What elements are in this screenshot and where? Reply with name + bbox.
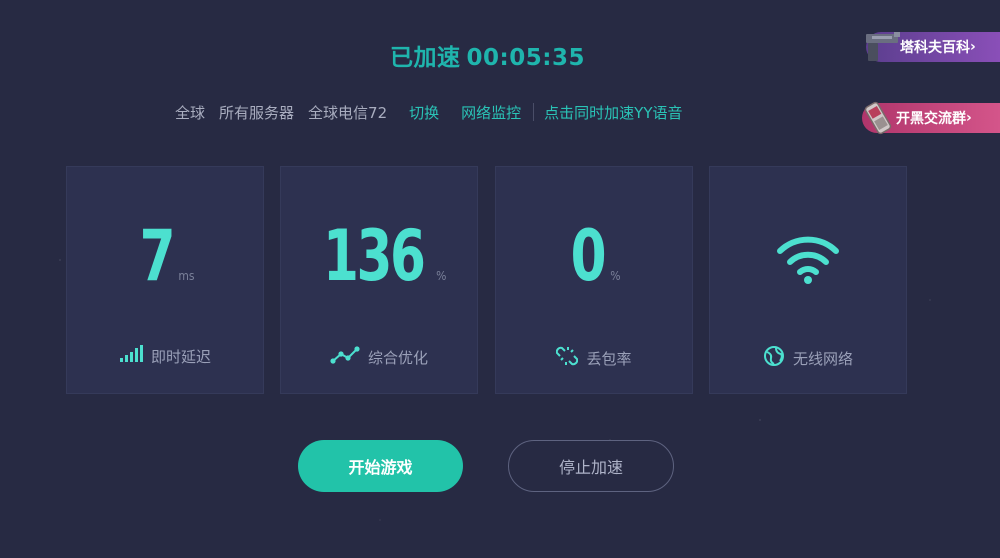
latency-unit: ms <box>178 269 195 283</box>
wiki-label: 塔科夫百科 <box>900 40 970 56</box>
latency-card: 7 ms 即时延迟 <box>66 166 264 394</box>
chevron-right-icon: › <box>966 110 972 126</box>
network-type-card: 无线网络 <box>709 166 907 394</box>
latency-label: 即时延迟 <box>150 347 211 366</box>
latency-value-block: 7 ms <box>67 221 263 291</box>
wifi-icon <box>710 235 906 289</box>
switch-link[interactable]: 切换 <box>409 102 439 123</box>
broken-link-icon <box>556 345 579 371</box>
network-type-label: 无线网络 <box>792 349 853 368</box>
network-node: 全球电信72 <box>308 103 388 122</box>
team-chat-group-button[interactable]: 开黑交流群 › <box>862 101 1000 135</box>
optimization-caption: 综合优化 <box>281 345 477 369</box>
network-monitor-link[interactable]: 网络监控 <box>461 102 521 123</box>
group-label: 开黑交流群 <box>896 111 966 127</box>
elapsed-time: 00:05:35 <box>466 45 585 71</box>
tarkov-wiki-button[interactable]: 塔科夫百科 › <box>866 32 1000 62</box>
phone-icon <box>860 99 896 141</box>
latency-value: 7 <box>139 215 175 297</box>
server-selector[interactable]: 所有服务器 <box>219 102 294 123</box>
acceleration-status: 已加速 00:05:35 <box>0 38 975 72</box>
optimization-label: 综合优化 <box>367 348 428 367</box>
stop-acceleration-button[interactable]: 停止加速 <box>508 440 674 492</box>
region-label: 全球 <box>175 103 206 122</box>
packet-loss-unit: % <box>610 269 621 283</box>
packet-loss-card: 0% 丢包率 <box>495 166 693 394</box>
yy-voice-accelerate-link[interactable]: 点击同时加速YY语音 <box>544 102 682 123</box>
optimization-card: 136% 综合优化 <box>280 166 478 394</box>
packet-loss-value-block: 0% <box>496 221 692 291</box>
packet-loss-label: 丢包率 <box>586 349 632 368</box>
latency-caption: 即时延迟 <box>67 345 263 367</box>
packet-loss-value: 0 <box>571 215 607 297</box>
trend-line-icon <box>330 345 360 369</box>
server-bar: 全球 所有服务器 全球电信72 切换 网络监控 点击同时加速YY语音 <box>175 100 682 124</box>
start-game-button[interactable]: 开始游戏 <box>298 440 463 492</box>
divider <box>533 103 535 121</box>
status-label: 已加速 <box>390 45 461 71</box>
globe-icon <box>763 345 785 371</box>
optimization-unit: % <box>436 269 447 283</box>
optimization-value-block: 136% <box>281 221 477 291</box>
gun-icon <box>864 28 904 68</box>
chevron-right-icon: › <box>970 39 976 55</box>
optimization-value: 136 <box>322 215 426 297</box>
network-type-caption: 无线网络 <box>710 345 906 371</box>
packet-loss-caption: 丢包率 <box>496 345 692 371</box>
signal-bars-icon <box>119 345 143 367</box>
